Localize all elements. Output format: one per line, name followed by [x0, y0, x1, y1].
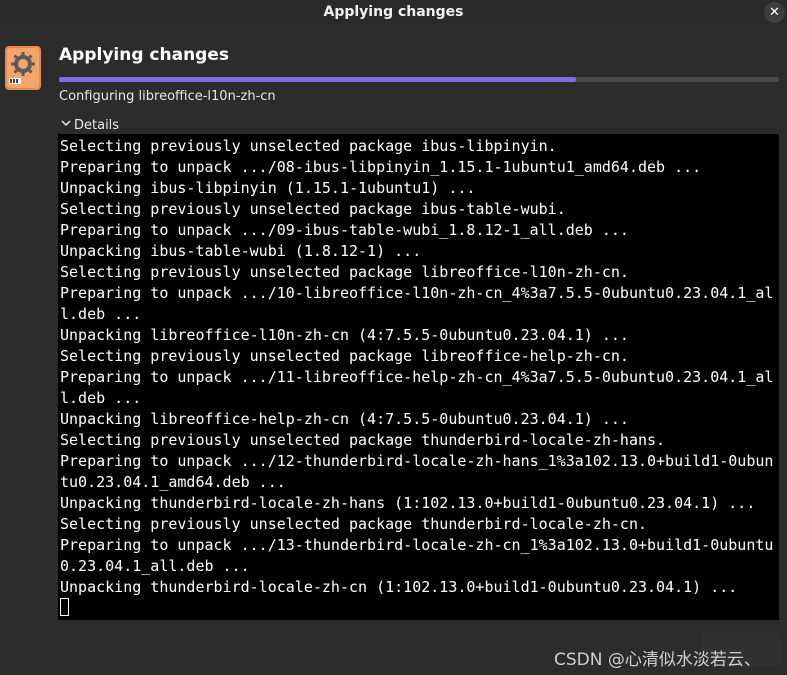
close-button[interactable]: ✕ [764, 2, 785, 23]
chevron-down-icon [60, 117, 74, 133]
terminal-output[interactable]: Selecting previously unselected package … [58, 134, 779, 620]
terminal-cursor [60, 598, 69, 616]
progress-bar [59, 77, 779, 82]
progress-fill [59, 77, 576, 82]
software-updater-icon [5, 46, 41, 90]
close-icon: ✕ [769, 5, 780, 20]
details-expander[interactable]: Details [60, 117, 119, 133]
window-title: Applying changes [323, 4, 464, 20]
status-text: Configuring libreoffice-l10n-zh-cn [59, 89, 276, 104]
terminal-text: Selecting previously unselected package … [60, 137, 774, 596]
title-bar: Applying changes ✕ [0, 0, 787, 26]
watermark: CSDN @心清似水淡若云、 [554, 650, 761, 670]
details-label: Details [74, 117, 120, 133]
page-title: Applying changes [59, 45, 229, 65]
